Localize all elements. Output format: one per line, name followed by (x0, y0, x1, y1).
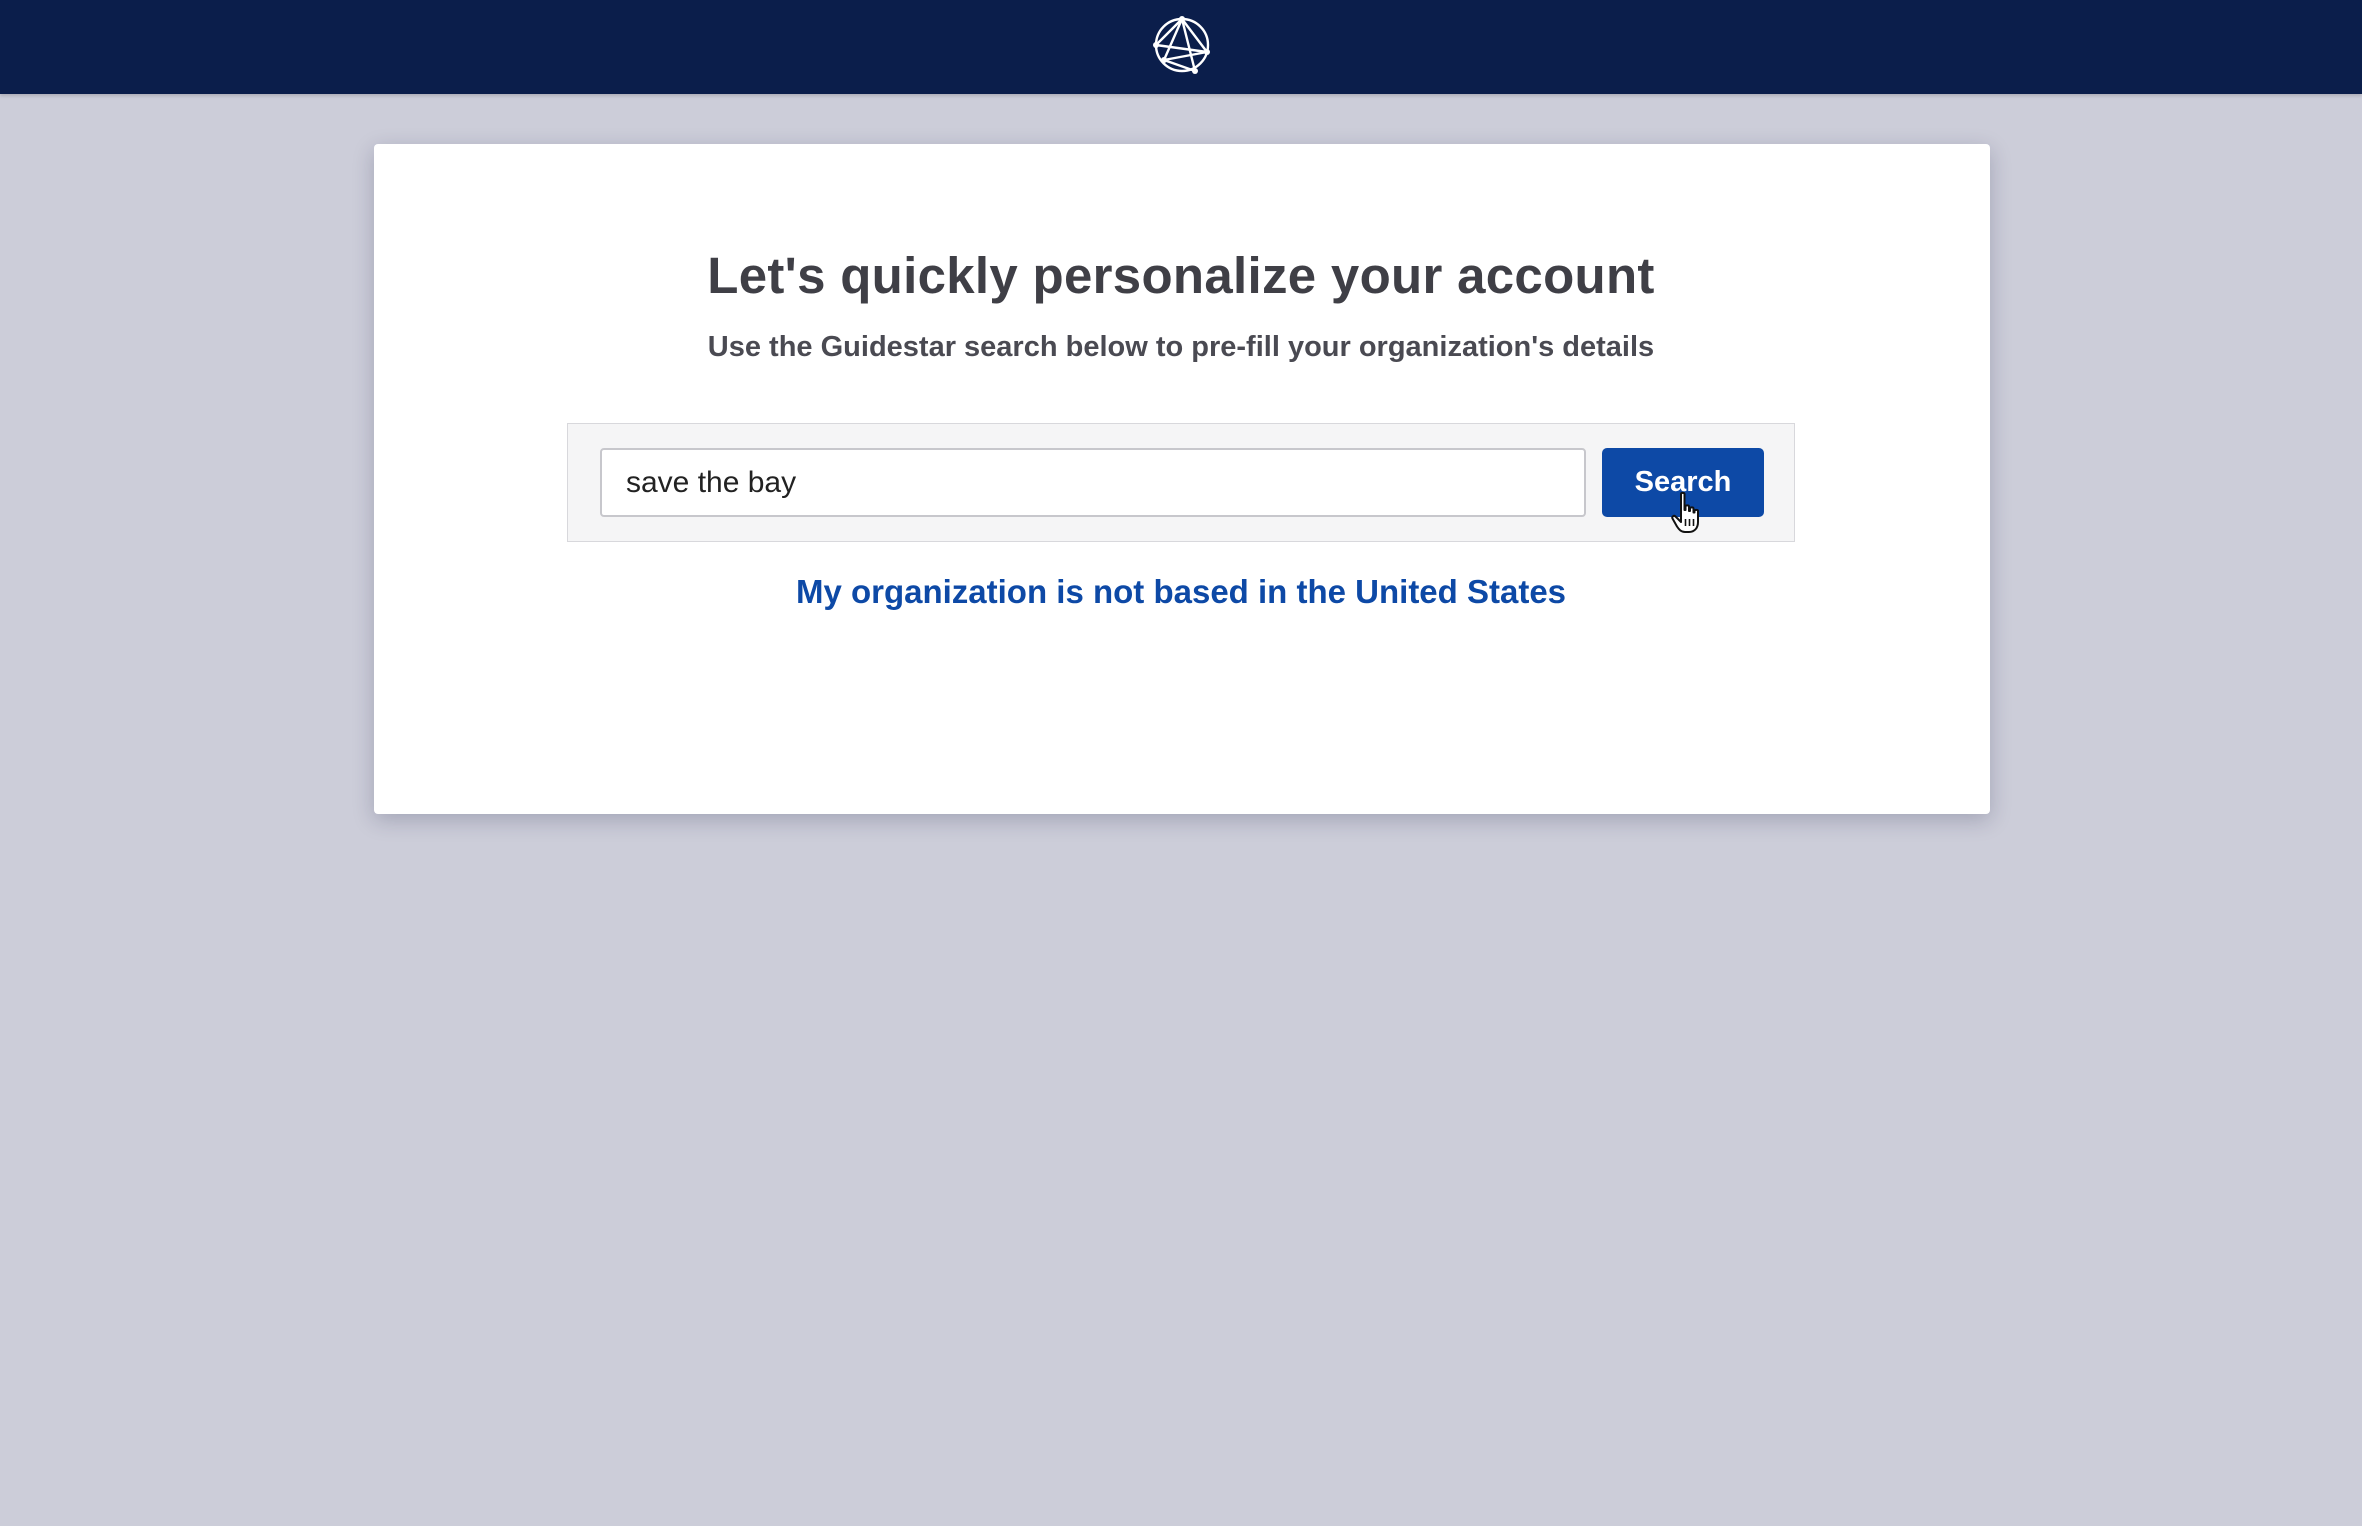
not-based-in-us-link[interactable]: My organization is not based in the Unit… (0, 569, 2362, 615)
page-subtitle: Use the Guidestar search below to pre-fi… (707, 331, 1655, 363)
page-title: Let's quickly personalize your account (707, 247, 1655, 304)
hand-pointer-cursor-icon (1671, 491, 1699, 533)
organization-search-input[interactable] (600, 448, 1586, 517)
top-navigation-bar (0, 0, 2362, 94)
network-globe-logo-icon[interactable] (1151, 14, 1213, 76)
